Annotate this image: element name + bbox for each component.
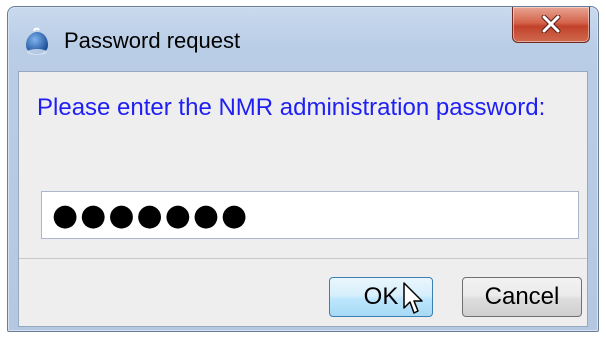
password-dialog-window: Password request Please enter the NMR ad… — [7, 6, 599, 332]
dialog-content: Please enter the NMR administration pass… — [18, 71, 588, 327]
window-title: Password request — [64, 28, 241, 53]
close-button[interactable] — [512, 7, 590, 43]
prompt-message: Please enter the NMR administration pass… — [37, 94, 546, 121]
close-icon — [541, 15, 561, 33]
cancel-button[interactable]: Cancel — [462, 277, 582, 317]
java-duke-icon — [26, 27, 48, 55]
ok-button[interactable]: OK — [329, 277, 433, 317]
divider — [19, 258, 587, 259]
title-bar[interactable]: Password request — [8, 7, 598, 71]
password-field[interactable] — [41, 191, 579, 239]
